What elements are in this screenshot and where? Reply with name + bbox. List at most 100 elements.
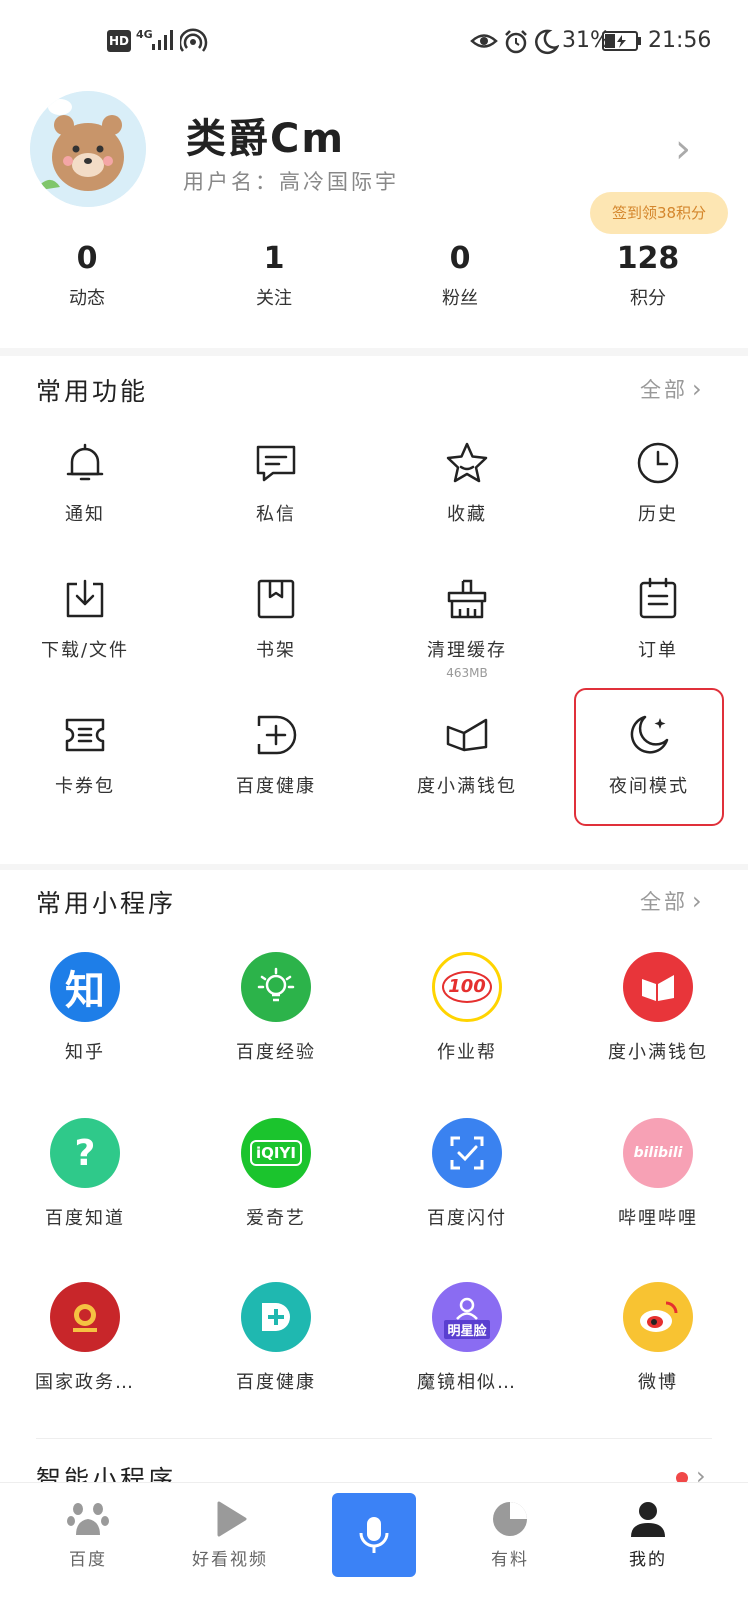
national-emblem-icon [50, 1282, 120, 1352]
profile-icon [631, 1502, 665, 1537]
health-plus-icon [257, 715, 297, 755]
order-icon [639, 577, 677, 619]
coupon-icon [65, 718, 105, 752]
hd-badge: HD [107, 30, 131, 52]
tab-label: 百度 [69, 1550, 107, 1570]
mini-program-label: 魔镜相似… [417, 1372, 517, 1393]
bookmark-icon [257, 579, 295, 619]
clock-time: 21:56 [648, 28, 712, 53]
function-clear-cache[interactable]: 清理缓存 463MB [377, 576, 557, 680]
function-favorites[interactable]: 收藏 [377, 440, 557, 526]
stat-value: 0 [76, 241, 98, 276]
function-du-wallet[interactable]: 度小满钱包 [377, 712, 557, 798]
iqiyi-wordmark: iQIYI [250, 1140, 302, 1166]
tab-label: 有料 [491, 1550, 529, 1570]
function-label: 卡券包 [55, 776, 115, 797]
mini-programs-section: 常用小程序 全部 › 知 知乎 百度经验 100 作业帮 度小满钱包 ? 百度知道… [0, 870, 748, 1494]
profile-card: 类爵Cm 用户名：高冷国际宇 › 签到领38积分 0 动态 1 关注 0 粉丝 … [0, 86, 748, 348]
function-bookshelf[interactable]: 书架 [186, 576, 366, 662]
alarm-icon [505, 30, 527, 54]
status-bar: HD 4G 31% 21:56 [0, 0, 748, 86]
wallet-icon [446, 718, 488, 752]
play-icon [217, 1501, 247, 1537]
stat-posts[interactable]: 0 动态 [27, 238, 147, 310]
bear-avatar-icon [30, 91, 146, 207]
more-label: 全部 [640, 378, 688, 402]
mini-program-baidu-experience[interactable]: 百度经验 [186, 952, 366, 1064]
stat-following[interactable]: 1 关注 [214, 238, 334, 310]
chevron-right-icon: › [692, 375, 705, 403]
function-night-mode[interactable]: 夜间模式 [574, 688, 724, 826]
weibo-logo-icon [623, 1282, 693, 1352]
mini-program-label: 百度闪付 [427, 1208, 507, 1229]
function-baidu-health[interactable]: 百度健康 [186, 712, 366, 798]
tab-label: 好看视频 [192, 1550, 268, 1570]
cache-size: 463MB [446, 666, 488, 680]
face-scan-icon: 明星脸 [432, 1282, 502, 1352]
function-label: 清理缓存 [427, 640, 507, 661]
mini-program-baidu-zhidao[interactable]: ? 百度知道 [0, 1118, 175, 1230]
function-label: 收藏 [447, 504, 487, 525]
signin-badge[interactable]: 签到领38积分 [590, 192, 728, 234]
tab-youliao[interactable]: 有料 [440, 1497, 580, 1570]
battery-charging-icon [602, 31, 641, 51]
broom-icon [447, 579, 487, 619]
stat-value: 128 [616, 241, 680, 276]
stat-value: 1 [263, 241, 285, 276]
mini-program-weibo[interactable]: 微博 [568, 1282, 748, 1394]
section-title: 常用小程序 [36, 889, 177, 918]
clock-icon [637, 442, 679, 484]
mini-program-baidu-health[interactable]: 百度健康 [186, 1282, 366, 1394]
all-mini-programs-link[interactable]: 全部 › [640, 886, 705, 916]
stat-label: 积分 [630, 288, 666, 309]
chevron-right-icon: › [692, 887, 705, 915]
function-coupons[interactable]: 卡券包 [0, 712, 175, 798]
microphone-icon [359, 1517, 389, 1553]
mini-program-baidu-pay[interactable]: 百度闪付 [377, 1118, 557, 1230]
scan-check-icon [432, 1118, 502, 1188]
du-wallet-logo-icon [623, 952, 693, 1022]
tab-haokan-video[interactable]: 好看视频 [160, 1497, 300, 1570]
stat-points[interactable]: 128 积分 [588, 238, 708, 310]
lightbulb-icon [241, 952, 311, 1022]
moon-icon [630, 715, 669, 754]
function-notification[interactable]: 通知 [0, 440, 175, 526]
tab-baidu[interactable]: 百度 [18, 1497, 158, 1570]
tab-mine[interactable]: 我的 [578, 1497, 718, 1570]
zhihu-logo-icon: 知 [50, 952, 120, 1022]
mini-program-label: 作业帮 [437, 1042, 497, 1063]
function-history[interactable]: 历史 [568, 440, 748, 526]
mini-program-iqiyi[interactable]: iQIYI 爱奇艺 [186, 1118, 366, 1230]
eye-comfort-icon [470, 34, 498, 48]
mini-program-label: 百度经验 [236, 1042, 316, 1063]
function-orders[interactable]: 订单 [568, 576, 748, 662]
voice-search-button[interactable] [332, 1493, 416, 1577]
mini-program-bilibili[interactable]: bilibili 哔哩哔哩 [568, 1118, 748, 1230]
mini-program-label: 哔哩哔哩 [618, 1208, 698, 1229]
mini-program-zuoyebang[interactable]: 100 作业帮 [377, 952, 557, 1064]
mini-program-label: 国家政务… [35, 1372, 135, 1393]
mini-program-gov-services[interactable]: 国家政务… [0, 1282, 175, 1394]
function-messages[interactable]: 私信 [186, 440, 366, 526]
function-label: 订单 [638, 640, 678, 661]
score-100-badge: 100 [442, 971, 492, 1003]
wifi-hotspot-icon [180, 28, 208, 52]
mini-program-mirror-lookalike[interactable]: 明星脸 魔镜相似… [377, 1282, 557, 1394]
mini-program-zhihu[interactable]: 知 知乎 [0, 952, 175, 1064]
function-label: 夜间模式 [609, 776, 689, 797]
mini-program-label: 百度健康 [236, 1372, 316, 1393]
mini-program-label: 知乎 [65, 1042, 105, 1063]
avatar[interactable] [30, 91, 146, 207]
function-label: 通知 [65, 504, 105, 525]
stat-fans[interactable]: 0 粉丝 [400, 238, 520, 310]
mini-program-du-wallet[interactable]: 度小满钱包 [568, 952, 748, 1064]
divider [36, 1438, 712, 1439]
nickname: 类爵Cm [186, 116, 346, 162]
function-label: 百度健康 [236, 776, 316, 797]
all-functions-link[interactable]: 全部 › [640, 374, 705, 404]
function-downloads[interactable]: 下载/文件 [0, 576, 175, 662]
profile-chevron-right-icon[interactable]: › [675, 126, 691, 172]
star-icon [446, 442, 488, 483]
mini-program-label: 爱奇艺 [246, 1208, 306, 1229]
function-label: 历史 [638, 504, 678, 525]
